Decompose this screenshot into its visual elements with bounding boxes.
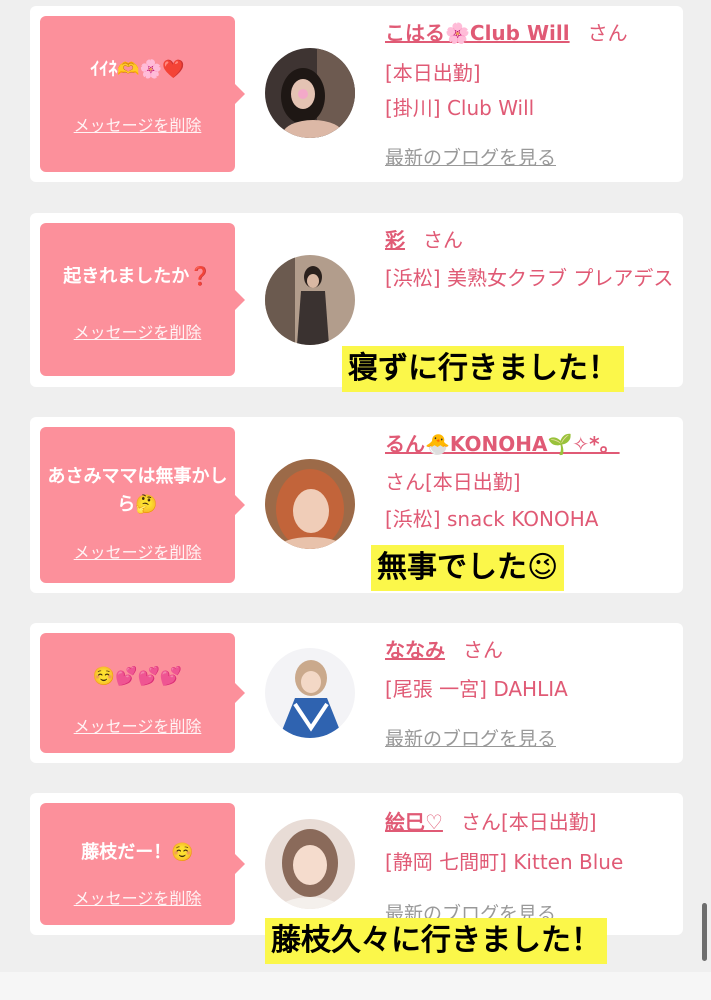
delete-message-link[interactable]: メッセージを削除 (40, 713, 235, 737)
cast-name-row: 彩さん (385, 225, 463, 255)
message-bubble: ｲｲﾈ🫶🌸❤️ メッセージを削除 (40, 16, 245, 172)
store-name: [掛川] Club Will (385, 96, 535, 120)
avatar[interactable] (265, 255, 355, 345)
latest-blog-link[interactable]: 最新のブログを見る (385, 143, 556, 170)
delete-message-link[interactable]: メッセージを削除 (40, 319, 235, 343)
message-bubble: あさみママは無事かしら🤔 メッセージを削除 (40, 427, 245, 583)
work-status: [本日出勤] (425, 470, 521, 494)
work-status: [本日出勤] (500, 810, 597, 834)
honorific: さん (423, 228, 463, 252)
honorific: さん (385, 470, 425, 494)
avatar-image (265, 255, 355, 345)
message-text: ☺️💕💕💕 (92, 666, 183, 687)
cast-name[interactable]: 絵巳♡ (385, 810, 443, 834)
store-name: [静岡 七間町] Kitten Blue (385, 850, 624, 874)
message-bubble: ☺️💕💕💕 メッセージを削除 (40, 633, 245, 753)
message-card: 藤枝だー！☺️ メッセージを削除 絵巳♡ さん[本日出勤] [静岡 七間町] Ki… (30, 793, 683, 935)
store-name: [浜松] 美熟女クラブ プレアデス (385, 266, 674, 290)
delete-message-link[interactable]: メッセージを削除 (40, 885, 235, 909)
message-bubble: 藤枝だー！☺️ メッセージを削除 (40, 803, 245, 925)
store-name: [尾張 一宮] DAHLIA (385, 677, 568, 701)
delete-message-link[interactable]: メッセージを削除 (40, 539, 235, 563)
cast-name-row: 絵巳♡ さん[本日出勤] (385, 807, 597, 837)
next-card-preview (0, 972, 711, 1000)
cast-name-row: ななみ さん (385, 635, 503, 665)
avatar-image (265, 48, 355, 138)
scrollbar[interactable] (702, 903, 707, 961)
work-status: [本日出勤] (385, 61, 481, 85)
avatar-image (265, 819, 355, 909)
message-card: ☺️💕💕💕 メッセージを削除 ななみ さん [尾張 一宮] DAHLIA 最新のブ… (30, 623, 683, 763)
highlight-note: 無事でした😉 (371, 545, 565, 591)
avatar[interactable] (265, 819, 355, 909)
message-card: あさみママは無事かしら🤔 メッセージを削除 るん🐣KONOHA🌱✧*。 さん[本… (30, 417, 683, 593)
cast-name-suffix-row: さん[本日出勤] (385, 465, 521, 499)
latest-blog-link[interactable]: 最新のブログを見る (385, 724, 556, 751)
avatar-image (265, 459, 355, 549)
message-card: ｲｲﾈ🫶🌸❤️ メッセージを削除 こはる🌸Club Will さん [本日出勤] … (30, 6, 683, 182)
avatar[interactable] (265, 648, 355, 738)
avatar-image (265, 648, 355, 738)
store-name: [浜松] snack KONOHA (385, 507, 599, 531)
highlight-note: 藤枝久々に行きました！ (265, 918, 607, 964)
avatar[interactable] (265, 459, 355, 549)
delete-message-link[interactable]: メッセージを削除 (40, 112, 235, 136)
message-text: 藤枝だー！☺️ (81, 842, 194, 863)
message-text: あさみママは無事かしら🤔 (47, 466, 228, 515)
cast-name[interactable]: こはる🌸Club Will (385, 21, 570, 45)
cast-name[interactable]: るん🐣KONOHA🌱✧*。 (385, 432, 620, 456)
message-text: ｲｲﾈ🫶🌸❤️ (90, 59, 185, 80)
honorific: さん (587, 21, 628, 45)
message-bubble: 起きれましたか❓ メッセージを削除 (40, 223, 245, 376)
cast-name-row: るん🐣KONOHA🌱✧*。 (385, 429, 620, 459)
avatar[interactable] (265, 48, 355, 138)
cast-name[interactable]: 彩 (385, 228, 405, 252)
honorific: さん (463, 638, 503, 662)
message-text: 起きれましたか❓ (63, 266, 212, 287)
cast-name-row: こはる🌸Club Will さん (385, 18, 628, 48)
highlight-note: 寝ずに行きました！ (342, 346, 624, 392)
cast-name[interactable]: ななみ (385, 638, 445, 662)
honorific: さん (460, 810, 501, 834)
